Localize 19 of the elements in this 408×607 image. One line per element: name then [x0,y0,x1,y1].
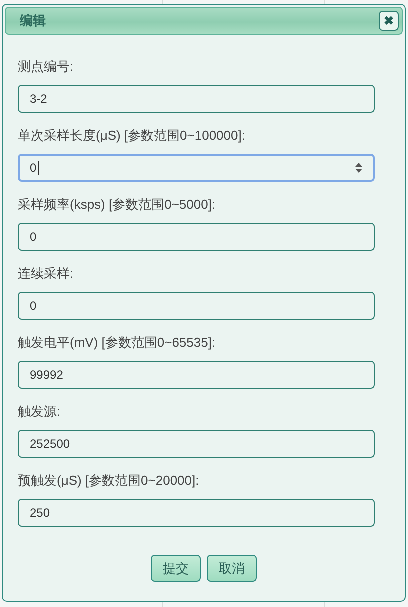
input-field[interactable]: 99992 [18,361,375,389]
dialog-title: 编辑 [20,12,46,30]
field-label: 单次采样长度(μS) [参数范围0~100000]: [18,127,246,145]
field-label: 触发电平(mV) [参数范围0~65535]: [18,334,217,352]
input-field[interactable]: 252500 [18,430,375,458]
field-label: 预触发(μS) [参数范围0~20000]: [18,472,200,490]
input-field[interactable]: 0 [18,292,375,320]
input-field[interactable]: 3-2 [18,85,375,113]
field-label: 测点编号: [18,58,75,76]
field-label: 触发源: [18,403,62,421]
close-button[interactable]: ✖ [379,11,399,31]
input-field[interactable]: 0 [18,154,375,182]
field-label: 连续采样: [18,265,75,283]
field-label: 采样频率(ksps) [参数范围0~5000]: [18,196,217,214]
input-field[interactable]: 250 [18,499,375,527]
input-field[interactable]: 0 [18,223,375,251]
cancel-button[interactable]: 取消 [207,555,257,582]
submit-button[interactable]: 提交 [151,555,201,582]
spinner-icon[interactable] [355,162,363,174]
